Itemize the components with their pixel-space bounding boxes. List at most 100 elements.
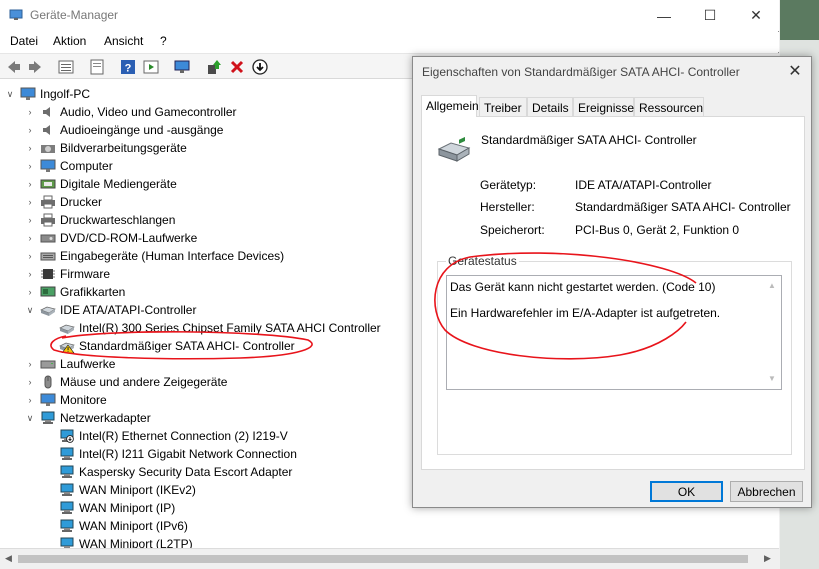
menu-datei[interactable]: Datei <box>10 34 38 48</box>
tree-category[interactable]: › Monitore <box>24 391 107 409</box>
expand-chevron-icon[interactable]: › <box>24 269 36 279</box>
title-bar[interactable]: Geräte-Manager — ☐ ✕ <box>0 0 779 31</box>
scroll-up-icon[interactable]: ▲ <box>768 281 776 290</box>
expand-chevron-icon[interactable]: › <box>24 107 36 117</box>
tree-item-label: Laufwerke <box>60 357 116 371</box>
forward-icon[interactable] <box>27 59 43 75</box>
menu-aktion[interactable]: Aktion <box>53 34 86 48</box>
update-driver-icon[interactable] <box>206 59 222 75</box>
tree-device[interactable]: Kaspersky Security Data Escort Adapter <box>43 463 292 481</box>
storage-controller-icon <box>437 137 471 162</box>
expand-chevron-icon[interactable]: › <box>24 395 36 405</box>
network-icon <box>60 483 74 496</box>
scroll-down-icon[interactable]: ▼ <box>768 374 776 383</box>
tab-allgemein[interactable]: Allgemein <box>421 95 479 117</box>
tree-device[interactable]: WAN Miniport (L2TP) <box>43 535 193 549</box>
expand-chevron-icon[interactable]: › <box>24 179 36 189</box>
properties-view-icon[interactable] <box>58 59 74 75</box>
expand-chevron-icon[interactable]: › <box>24 233 36 243</box>
scroll-left-icon[interactable]: ◀ <box>5 553 12 564</box>
tab-ereignisse[interactable]: Ereignisse <box>573 97 634 117</box>
tree-category[interactable]: › Laufwerke <box>24 355 116 373</box>
expand-chevron-icon[interactable]: › <box>24 359 36 369</box>
expand-chevron-icon[interactable]: › <box>24 251 36 261</box>
show-hidden-icon[interactable] <box>89 59 105 75</box>
tree-category[interactable]: › Grafikkarten <box>24 283 126 301</box>
tree-category[interactable]: ∨ IDE ATA/ATAPI-Controller <box>24 301 197 319</box>
tree-category[interactable]: › Drucker <box>24 193 103 211</box>
network-icon <box>41 411 55 424</box>
tree-item-label: Netzwerkadapter <box>60 411 151 425</box>
ok-button[interactable]: OK <box>650 481 723 502</box>
tree-item-label: Computer <box>60 159 113 173</box>
network-icon <box>60 429 74 443</box>
back-icon[interactable] <box>6 59 22 75</box>
tree-category[interactable]: › DVD/CD-ROM-Laufwerke <box>24 229 198 247</box>
tab-treiber[interactable]: Treiber <box>479 97 527 117</box>
tree-item-label: Audioeingänge und -ausgänge <box>60 123 224 137</box>
tree-device[interactable]: Intel(R) I211 Gigabit Network Connection <box>43 445 297 463</box>
tree-category[interactable]: › Firmware <box>24 265 111 283</box>
tree-category[interactable]: › Druckwarteschlangen <box>24 211 176 229</box>
controller-icon <box>40 306 56 316</box>
tree-device[interactable]: WAN Miniport (IP) <box>43 499 175 517</box>
tree-root-pc[interactable]: ∨ Ingolf-PC <box>4 85 90 103</box>
media-device-icon <box>40 179 56 189</box>
expand-chevron-icon[interactable]: › <box>24 197 36 207</box>
tree-category[interactable]: ∨ Netzwerkadapter <box>24 409 151 427</box>
monitor-icon <box>40 393 56 406</box>
tree-device[interactable]: Intel(R) 300 Series Chipset Family SATA … <box>43 319 381 337</box>
tab-ressourcen[interactable]: Ressourcen <box>634 97 704 117</box>
tree-device[interactable]: WAN Miniport (IPv6) <box>43 517 188 535</box>
network-icon <box>60 501 74 514</box>
manufacturer-label: Hersteller: <box>480 200 535 214</box>
tree-device[interactable]: Intel(R) Ethernet Connection (2) I219-V <box>43 427 288 445</box>
tree-category[interactable]: › Audioeingänge und -ausgänge <box>24 121 224 139</box>
tree-category[interactable]: › Bildverarbeitungsgeräte <box>24 139 187 157</box>
location-label: Speicherort: <box>480 223 545 237</box>
expand-chevron-icon[interactable]: › <box>24 215 36 225</box>
expand-chevron-icon[interactable]: › <box>24 287 36 297</box>
disable-icon[interactable] <box>252 59 268 75</box>
expand-chevron-icon[interactable]: › <box>24 377 36 387</box>
tree-category[interactable]: › Digitale Mediengeräte <box>24 175 177 193</box>
collapse-chevron-icon[interactable]: ∨ <box>24 305 36 316</box>
status-line-hardware-error: Ein Hardwarefehler im E/A-Adapter ist au… <box>450 306 721 320</box>
collapse-chevron-icon[interactable]: ∨ <box>4 89 16 100</box>
maximize-button[interactable]: ☐ <box>687 0 733 31</box>
horizontal-scrollbar[interactable]: ◀ ▶ <box>0 548 779 569</box>
tree-item-label: WAN Miniport (IPv6) <box>79 519 188 533</box>
run-icon[interactable] <box>143 59 159 75</box>
manufacturer-value: Standardmäßiger SATA AHCI- Controller <box>575 200 791 214</box>
dialog-close-button[interactable]: ✕ <box>785 61 805 81</box>
tab-details[interactable]: Details <box>527 97 573 117</box>
tree-category[interactable]: › Mäuse und andere Zeigegeräte <box>24 373 228 391</box>
minimize-button[interactable]: — <box>641 0 687 31</box>
expand-chevron-icon[interactable]: › <box>24 161 36 171</box>
uninstall-icon[interactable] <box>229 59 245 75</box>
tree-device[interactable]: WAN Miniport (IKEv2) <box>43 481 196 499</box>
tree-item-label: Eingabegeräte (Human Interface Devices) <box>60 249 285 263</box>
display-adapter-icon <box>40 286 56 297</box>
menu-help[interactable]: ? <box>160 34 167 48</box>
scrollbar-thumb[interactable] <box>18 555 748 563</box>
scroll-right-icon[interactable]: ▶ <box>764 553 771 564</box>
location-value: PCI-Bus 0, Gerät 2, Funktion 0 <box>575 223 740 237</box>
camera-icon <box>41 145 55 153</box>
device-status-textbox[interactable]: Das Gerät kann nicht gestartet werden. (… <box>446 275 782 390</box>
collapse-chevron-icon[interactable]: ∨ <box>24 413 36 424</box>
tree-item-label: WAN Miniport (IKEv2) <box>79 483 196 497</box>
status-scrollbar[interactable]: ▲ ▼ <box>764 276 781 389</box>
expand-chevron-icon[interactable]: › <box>24 143 36 153</box>
svg-text:?: ? <box>125 63 132 75</box>
tree-category[interactable]: › Computer <box>24 157 113 175</box>
close-button[interactable]: ✕ <box>733 0 779 31</box>
menu-ansicht[interactable]: Ansicht <box>104 34 143 48</box>
monitor-scan-icon[interactable] <box>174 59 190 75</box>
tree-category[interactable]: › Eingabegeräte (Human Interface Devices) <box>24 247 285 265</box>
tree-category[interactable]: › Audio, Video und Gamecontroller <box>24 103 237 121</box>
cancel-button[interactable]: Abbrechen <box>730 481 803 502</box>
tree-device[interactable]: Standardmäßiger SATA AHCI- Controller <box>43 337 295 355</box>
help-icon[interactable]: ? <box>120 59 136 75</box>
expand-chevron-icon[interactable]: › <box>24 125 36 135</box>
